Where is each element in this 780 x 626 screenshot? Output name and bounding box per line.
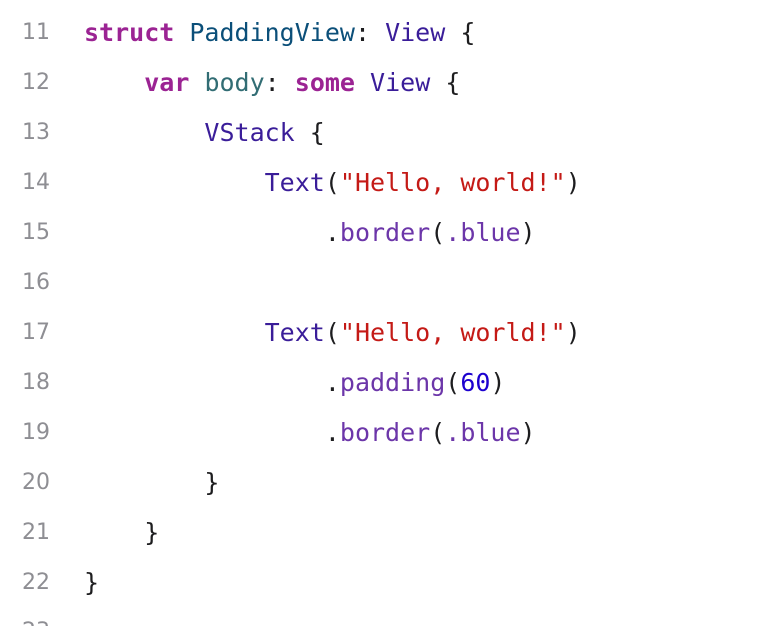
code-line[interactable]: 18 .padding(60)	[0, 358, 780, 408]
punctuation-token: .	[324, 368, 340, 397]
type-token: Text	[264, 318, 325, 347]
punctuation-token: {	[430, 68, 461, 97]
keyword-token: some	[294, 68, 355, 97]
punctuation-token: }	[84, 568, 100, 597]
code-text[interactable]: VStack {	[84, 118, 325, 148]
line-number: 17	[22, 320, 50, 345]
enum-case-token: .blue	[445, 218, 521, 247]
code-text[interactable]: struct PaddingView: View {	[84, 18, 475, 48]
keyword-token: var	[144, 68, 190, 97]
type-token: VStack	[204, 118, 295, 147]
punctuation-token: (	[430, 218, 446, 247]
punctuation-token: )	[520, 418, 536, 447]
code-line[interactable]: 11 struct PaddingView: View {	[0, 8, 780, 58]
punctuation-token: {	[294, 118, 325, 147]
type-declaration-token: PaddingView	[189, 18, 355, 47]
string-literal-token: "Hello, world!"	[339, 168, 566, 197]
code-line[interactable]: 19 .border(.blue)	[0, 408, 780, 458]
punctuation-token: .	[324, 418, 340, 447]
line-number: 19	[22, 420, 50, 445]
type-token: Text	[264, 168, 325, 197]
method-token: border	[339, 418, 431, 447]
code-line[interactable]: 15 .border(.blue)	[0, 208, 780, 258]
punctuation-token: (	[430, 418, 446, 447]
punctuation-token: .	[324, 218, 340, 247]
line-number: 16	[22, 270, 50, 295]
keyword-token: struct	[84, 18, 175, 47]
code-line[interactable]: 13 VStack {	[0, 108, 780, 158]
code-editor[interactable]: 11 struct PaddingView: View { 12 var bod…	[0, 0, 780, 626]
type-token: View	[385, 18, 446, 47]
method-token: border	[339, 218, 431, 247]
type-token: View	[370, 68, 431, 97]
punctuation-token: )	[520, 218, 536, 247]
code-text[interactable]: .border(.blue)	[84, 418, 536, 448]
line-number: 12	[22, 70, 50, 95]
punctuation-token: (	[445, 368, 461, 397]
line-number: 14	[22, 170, 50, 195]
code-text[interactable]: Text("Hello, world!")	[84, 168, 581, 198]
code-text[interactable]: }	[84, 468, 219, 498]
punctuation-token: :	[354, 18, 386, 47]
code-text[interactable]: }	[84, 518, 159, 548]
punctuation-token: )	[565, 318, 581, 347]
line-number: 15	[22, 220, 50, 245]
line-number: 21	[22, 520, 50, 545]
punctuation-token: )	[490, 368, 506, 397]
code-line[interactable]: 17 Text("Hello, world!")	[0, 308, 780, 358]
code-line[interactable]: 21 }	[0, 508, 780, 558]
code-text[interactable]: .border(.blue)	[84, 218, 536, 248]
string-literal-token: "Hello, world!"	[339, 318, 566, 347]
punctuation-token: )	[565, 168, 581, 197]
code-line[interactable]: 12 var body: some View {	[0, 58, 780, 108]
line-number: 18	[22, 370, 50, 395]
code-text[interactable]: .padding(60)	[84, 368, 506, 398]
code-line[interactable]: 22 }	[0, 558, 780, 608]
line-number: 20	[22, 470, 50, 495]
code-text[interactable]: var body: some View {	[84, 68, 460, 98]
line-number: 22	[22, 570, 50, 595]
property-token: body	[204, 68, 265, 97]
method-token: padding	[339, 368, 446, 397]
code-line[interactable]: 16	[0, 258, 780, 308]
punctuation-token: }	[144, 518, 160, 547]
punctuation-token: :	[264, 68, 295, 97]
code-text[interactable]: Text("Hello, world!")	[84, 318, 581, 348]
punctuation-token: (	[324, 318, 340, 347]
punctuation-token: {	[445, 18, 476, 47]
code-line[interactable]: 14 Text("Hello, world!")	[0, 158, 780, 208]
line-number: 11	[22, 20, 50, 45]
code-text[interactable]: }	[84, 568, 99, 598]
punctuation-token: (	[324, 168, 340, 197]
number-literal-token: 60	[460, 368, 491, 397]
line-number-partial: 23	[12, 617, 50, 626]
code-line[interactable]: 20 }	[0, 458, 780, 508]
punctuation-token: }	[204, 468, 220, 497]
enum-case-token: .blue	[445, 418, 521, 447]
line-number: 13	[22, 120, 50, 145]
